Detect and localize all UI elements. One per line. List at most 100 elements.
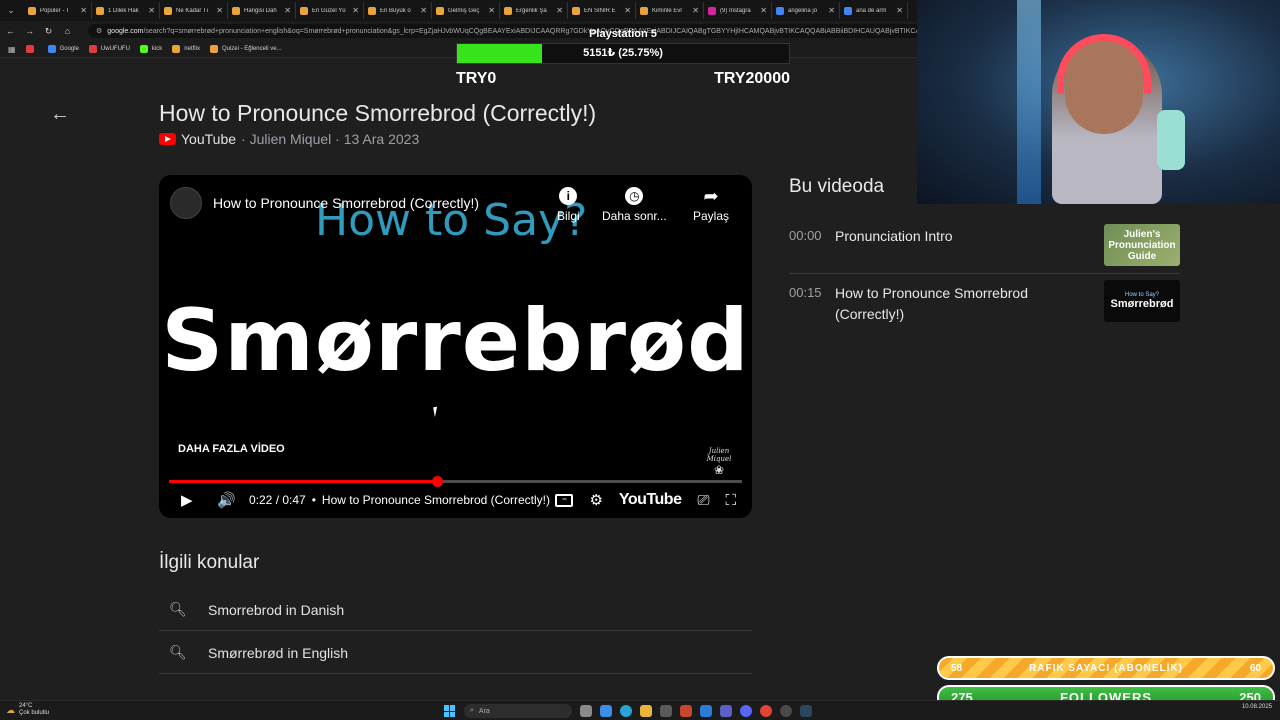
taskbar-date: 10.08.2025 [1241, 704, 1272, 710]
tab-search-icon[interactable]: ⌄ [4, 4, 18, 18]
settings-gear-icon[interactable]: ⚙ [589, 491, 602, 509]
goal-max-label: TRY20000 [714, 70, 790, 87]
store-icon[interactable] [660, 705, 672, 717]
teams-icon[interactable] [720, 705, 732, 717]
tab-close-icon[interactable]: ✕ [80, 6, 87, 15]
tab-favicon-icon [164, 6, 172, 15]
edge-icon[interactable] [620, 705, 632, 717]
browser-tab[interactable]: EN SİNİR E ✕ [568, 2, 636, 19]
back-arrow-icon[interactable]: ← [50, 103, 70, 126]
related-item[interactable]: 🔍︎ Smorrebrod in Danish [159, 589, 752, 631]
progress-scrubber[interactable] [432, 476, 444, 487]
search-icon: 🔍︎ [169, 644, 187, 660]
windows-start-icon[interactable] [444, 705, 456, 717]
reload-icon[interactable]: ↻ [44, 26, 53, 37]
browser-tab[interactable]: Gelmiş Geç ✕ [432, 2, 500, 19]
volume-icon[interactable]: 🔊 [217, 491, 236, 509]
youtube-logo[interactable]: YouTube [619, 491, 682, 509]
related-title: İlgili konular [159, 552, 260, 573]
obs-icon[interactable] [780, 705, 792, 717]
video-progress-bar[interactable] [169, 476, 742, 487]
browser-tab[interactable]: 1 Dilek Hak ✕ [92, 2, 160, 19]
bookmark-item[interactable]: UwUFUFU [88, 45, 130, 53]
calculator-icon[interactable] [680, 705, 692, 717]
browser-tab[interactable]: Hangisi Dah ✕ [228, 2, 296, 19]
tab-close-icon[interactable]: ✕ [216, 6, 223, 15]
chrome-icon[interactable] [760, 705, 772, 717]
tab-close-icon[interactable]: ✕ [556, 6, 563, 15]
browser-tab[interactable]: angelina jo ✕ [772, 2, 840, 19]
browser-tab[interactable]: Ergenlik Şa ✕ [500, 2, 568, 19]
tab-close-icon[interactable]: ✕ [148, 6, 155, 15]
chapter-time: 00:15 [789, 285, 822, 300]
more-videos-label[interactable]: DAHA FAZLA VİDEO [178, 443, 285, 455]
in-video-title: Bu videoda [789, 176, 885, 197]
channel-watermark[interactable]: Julien Miquel ❀ [697, 447, 741, 477]
browser-tab[interactable]: Popüler - T ✕ [24, 2, 92, 19]
chapter-thumbnail: Julien's Pronunciation Guide [1104, 224, 1180, 266]
tab-favicon-icon [776, 6, 784, 15]
bookmark-item[interactable]: Quizei - Eğlenceli ve... [209, 45, 282, 53]
bookmark-favicon-icon [25, 45, 34, 53]
share-button[interactable]: ➦ Paylaş [693, 187, 729, 223]
bookmark-item[interactable]: kick [139, 45, 162, 53]
info-icon: i [559, 187, 578, 205]
apps-grid-icon[interactable]: ▦ [8, 45, 16, 54]
taskbar-search[interactable]: ⌕ Ara [464, 704, 572, 718]
back-arrow-icon[interactable]: ← [6, 26, 15, 36]
tab-close-icon[interactable]: ✕ [896, 6, 903, 15]
search-icon: ⌕ [470, 707, 474, 714]
tab-favicon-icon [844, 6, 852, 15]
browser-tab[interactable]: En Güzel Yü ✕ [296, 2, 364, 19]
weather-widget[interactable]: ☁ 24°C Çok bulutlu [6, 703, 49, 717]
related-item[interactable]: 🔍︎ Smørrebrød in English [159, 632, 752, 674]
video-title[interactable]: How to Pronounce Smorrebrod (Correctly!) [213, 195, 479, 211]
tab-close-icon[interactable]: ✕ [284, 6, 291, 15]
bookmark-item[interactable]: netflix [172, 45, 200, 53]
site-settings-icon[interactable]: ⚙ [96, 27, 102, 35]
play-icon[interactable]: ▶ [181, 491, 199, 509]
chapter-title[interactable]: How to Pronounce Smorrebrod (Correctly!) [322, 493, 550, 507]
discord-icon[interactable] [740, 705, 752, 717]
browser-tab[interactable]: Kiminle Evl ✕ [636, 2, 704, 19]
tab-close-icon[interactable]: ✕ [352, 6, 359, 15]
tab-close-icon[interactable]: ✕ [488, 6, 495, 15]
tab-close-icon[interactable]: ✕ [692, 6, 699, 15]
result-source[interactable]: YouTube · Julien Miquel · 13 Ara 2023 [159, 131, 419, 147]
fullscreen-icon[interactable]: ⛶ [725, 492, 736, 509]
tab-close-icon[interactable]: ✕ [760, 6, 767, 15]
tab-close-icon[interactable]: ✕ [624, 6, 631, 15]
microphone-icon [1157, 110, 1185, 170]
browser-tab[interactable]: (9) Instagra ✕ [704, 2, 772, 19]
bookmark-item[interactable] [25, 45, 38, 53]
home-icon[interactable]: ⌂ [63, 26, 72, 36]
steam-icon[interactable] [800, 705, 812, 717]
tab-close-icon[interactable]: ✕ [420, 6, 427, 15]
cast-icon[interactable]: ⎚ [697, 492, 709, 509]
chapter-item[interactable]: 00:15 How to Pronounce Smorrebrod (Corre… [789, 280, 1180, 327]
info-button[interactable]: i Bilgi [557, 187, 580, 223]
browser-tab[interactable]: En Büyük o ✕ [364, 2, 432, 19]
progress-played [169, 480, 438, 483]
bookmark-item[interactable]: Google [47, 45, 79, 53]
forward-arrow-icon[interactable]: → [25, 26, 34, 36]
tab-label: Hangisi Dah [244, 7, 277, 14]
chapter-divider [789, 273, 1180, 274]
taskbar-clock[interactable]: 10.08.2025 [1242, 704, 1272, 711]
video-big-word: Smørrebrød [161, 291, 750, 391]
video-player[interactable]: How to Say? How to Pronounce Smorrebrod … [159, 175, 752, 518]
subtitles-icon[interactable]: ═ [555, 493, 574, 507]
browser-tab[interactable]: ana de arm ✕ [840, 2, 908, 19]
channel-avatar[interactable] [170, 187, 202, 219]
tab-close-icon[interactable]: ✕ [828, 6, 835, 15]
task-view-icon[interactable] [580, 705, 592, 717]
copilot-icon[interactable] [600, 705, 612, 717]
file-explorer-icon[interactable] [640, 705, 652, 717]
watch-later-button[interactable]: ◷ Daha sonr... [602, 187, 667, 223]
chapter-item[interactable]: 00:00 Pronunciation Intro Julien's Pronu… [789, 224, 1180, 270]
mail-icon[interactable] [700, 705, 712, 717]
browser-tab[interactable]: Ne Kadar Tı ✕ [160, 2, 228, 19]
thumbnail-text: Julien's Pronunciation Guide [1108, 228, 1176, 262]
tab-label: ana de arm [856, 7, 887, 14]
led-light-strip [1017, 0, 1041, 204]
